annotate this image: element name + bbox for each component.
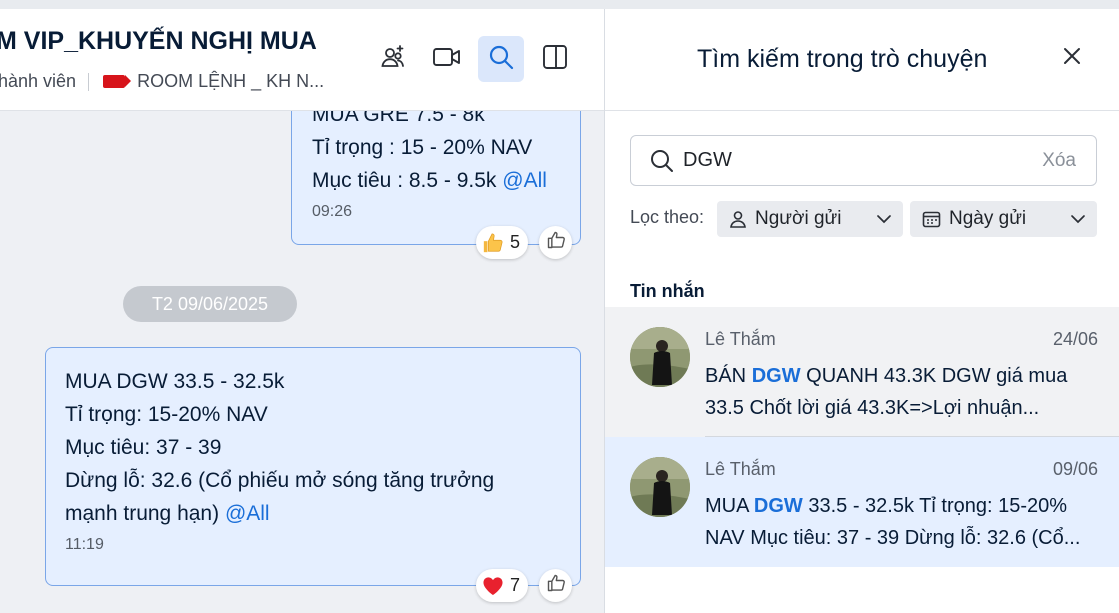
- result-sender: Lê Thắm: [705, 329, 776, 349]
- clear-search-button[interactable]: Xóa: [1042, 150, 1076, 172]
- search-result-item[interactable]: Lê Thắm 24/06 BÁN DGW QUANH 43.3K DGW gi…: [605, 307, 1119, 437]
- calendar-icon: [922, 210, 941, 228]
- reaction-count: 5: [510, 232, 521, 252]
- conversation-title[interactable]: M VIP_KHUYẾN NGHỊ MUA: [0, 27, 317, 56]
- message-line: Mục tiêu: 37 - 39: [65, 436, 222, 459]
- message-line: mạnh trung hạn) @All: [65, 502, 270, 525]
- avatar: [630, 457, 690, 517]
- message-line: Mục tiêu : 8.5 - 9.5k @All: [312, 169, 547, 192]
- avatar: [630, 327, 690, 387]
- video-call-icon: [432, 46, 462, 73]
- result-date: 24/06: [1052, 329, 1098, 349]
- message-line: Dừng lỗ: 32.6 (Cổ phiếu mở sóng tăng trư…: [65, 469, 495, 492]
- highlighted-match: DGW: [753, 495, 803, 517]
- result-snippet: MUA DGW 33.5 - 32.5k Tỉ trọng: 15-20% NA…: [705, 495, 1081, 549]
- filter-date-dropdown[interactable]: Ngày gửi: [910, 201, 1097, 237]
- heart-icon: [482, 576, 504, 596]
- search-button[interactable]: [478, 36, 524, 82]
- highlighted-match: DGW: [751, 365, 801, 387]
- results-section-title: Tin nhắn: [630, 281, 705, 301]
- sidebar-toggle-icon: [541, 43, 569, 76]
- result-sender: Lê Thắm: [705, 459, 776, 479]
- message-time: 09:26: [312, 203, 353, 220]
- search-result-item[interactable]: Lê Thắm 09/06 MUA DGW 33.5 - 32.5k Tỉ tr…: [605, 437, 1119, 567]
- chat-header: M VIP_KHUYẾN NGHỊ MUA hành viên ROOM LỆN…: [0, 9, 604, 111]
- message-time: 11:19: [65, 536, 104, 553]
- search-input[interactable]: [683, 149, 1013, 172]
- mention-all[interactable]: @All: [502, 169, 547, 192]
- thumbs-up-icon: [482, 232, 504, 254]
- message-line: MUA DGW 33.5 - 32.5k: [65, 370, 285, 393]
- like-button[interactable]: [539, 569, 572, 602]
- message-line: Tỉ trọng : 15 - 20% NAV: [312, 136, 533, 159]
- thumbs-up-outline-icon: [546, 573, 566, 598]
- reaction-count: 7: [510, 575, 521, 595]
- close-search-button[interactable]: [1055, 41, 1089, 75]
- member-count-label[interactable]: hành viên: [0, 71, 76, 92]
- divider: [88, 72, 90, 91]
- search-panel-header: Tìm kiếm trong trò chuyện: [605, 9, 1119, 111]
- person-icon: [729, 210, 747, 228]
- search-panel-title: Tìm kiếm trong trò chuyện: [697, 45, 988, 73]
- chat-pane: MUA GRE 7.5 - 8k Tỉ trọng : 15 - 20% NAV…: [0, 9, 604, 613]
- window-top-strip: [0, 0, 1119, 9]
- conversation-subtitle: hành viên ROOM LỆNH _ KH N...: [0, 71, 324, 92]
- add-member-icon: [379, 43, 407, 76]
- reaction-badge[interactable]: 5: [476, 226, 529, 259]
- message-bubble[interactable]: MUA DGW 33.5 - 32.5k Tỉ trọng: 15-20% NA…: [45, 347, 581, 586]
- filter-date-label: Ngày gửi: [949, 208, 1027, 229]
- search-icon: [487, 43, 515, 76]
- search-field[interactable]: Xóa: [630, 135, 1097, 186]
- chevron-down-icon: [875, 210, 893, 228]
- message-line: Tỉ trọng: 15-20% NAV: [65, 403, 268, 426]
- like-button[interactable]: [539, 226, 572, 259]
- close-icon: [1062, 46, 1082, 71]
- search-panel: Tìm kiếm trong trò chuyện Xóa Lọc theo: …: [604, 9, 1119, 613]
- video-call-button[interactable]: [424, 36, 470, 82]
- result-snippet: BÁN DGW QUANH 43.3K DGW giá mua 33.5 Chố…: [705, 365, 1068, 419]
- mention-all[interactable]: @All: [225, 502, 270, 525]
- room-tag-label[interactable]: ROOM LỆNH _ KH N...: [137, 71, 324, 92]
- label-tag-icon: [103, 75, 132, 88]
- result-date: 09/06: [1052, 459, 1098, 479]
- filter-sender-label: Người gửi: [755, 208, 842, 229]
- toggle-sidebar-button[interactable]: [532, 36, 578, 82]
- chevron-down-icon: [1069, 210, 1087, 228]
- thumbs-up-outline-icon: [546, 230, 566, 255]
- add-member-button[interactable]: [370, 36, 416, 82]
- reaction-badge[interactable]: 7: [476, 569, 529, 602]
- filter-label: Lọc theo:: [630, 207, 705, 227]
- date-separator: T2 09/06/2025: [123, 286, 297, 322]
- search-icon: [649, 148, 675, 174]
- filter-sender-dropdown[interactable]: Người gửi: [717, 201, 903, 237]
